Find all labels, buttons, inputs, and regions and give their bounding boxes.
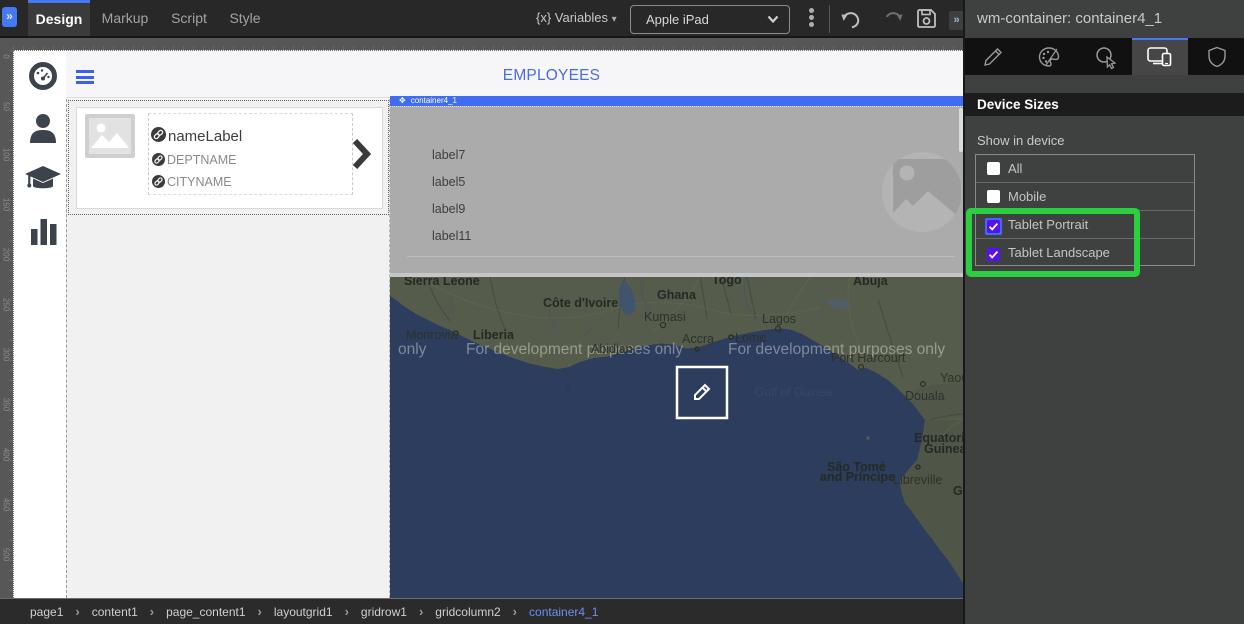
svg-text:Port Harcourt: Port Harcourt xyxy=(831,351,906,365)
svg-text:Ghana: Ghana xyxy=(657,288,697,302)
svg-text:Gulf of Guinea: Gulf of Guinea xyxy=(755,385,833,399)
svg-text:Côte d'Ivoire: Côte d'Ivoire xyxy=(543,296,618,310)
svg-text:Monrovia: Monrovia xyxy=(406,328,457,342)
svg-text:Sierra Leone: Sierra Leone xyxy=(404,277,480,288)
svg-text:Liberia: Liberia xyxy=(473,328,515,342)
svg-text:Kumasi: Kumasi xyxy=(644,310,686,324)
svg-text:Lagos: Lagos xyxy=(762,312,796,326)
svg-text:Togo: Togo xyxy=(712,277,742,287)
svg-text:Abuja: Abuja xyxy=(853,277,889,288)
svg-text:For development purposes only: For development purposes only xyxy=(466,341,683,358)
svg-text:Libreville: Libreville xyxy=(893,473,942,487)
svg-text:Ga: Ga xyxy=(953,484,963,498)
svg-text:Lome: Lome xyxy=(735,331,766,345)
svg-text:Douala: Douala xyxy=(905,389,945,403)
svg-text:Accra: Accra xyxy=(682,332,714,346)
svg-text:only: only xyxy=(398,341,427,358)
svg-text:and Príncipe: and Príncipe xyxy=(820,470,895,484)
svg-text:Yaou: Yaou xyxy=(940,371,963,385)
svg-text:Guinea: Guinea xyxy=(924,442,963,456)
svg-text:Abidjan: Abidjan xyxy=(591,342,633,356)
